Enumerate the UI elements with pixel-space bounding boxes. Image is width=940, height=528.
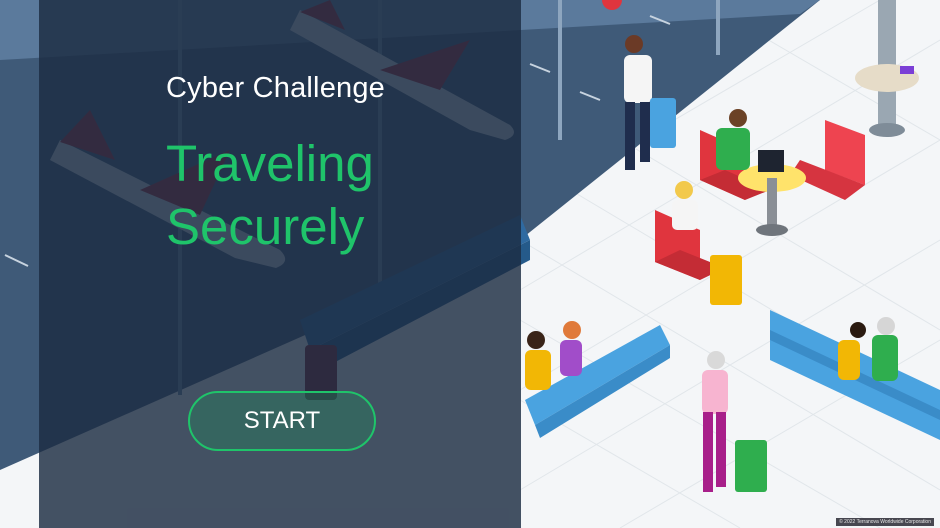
course-title: Traveling Securely bbox=[166, 132, 466, 258]
copyright-notice: © 2022 Terranova Worldwide Corporation bbox=[836, 518, 934, 526]
course-title-line-2: Securely bbox=[166, 198, 365, 255]
start-button[interactable]: START bbox=[188, 391, 376, 451]
course-title-line-1: Traveling bbox=[166, 135, 374, 192]
kicker-title: Cyber Challenge bbox=[166, 72, 386, 104]
